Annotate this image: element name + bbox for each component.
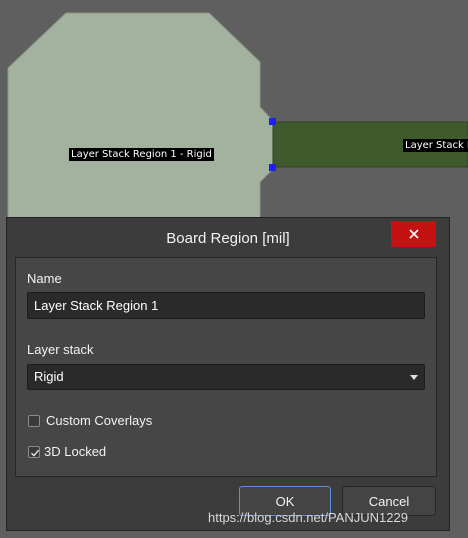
chevron-down-icon (410, 375, 418, 380)
layer-stack-select[interactable]: Rigid (27, 364, 425, 390)
close-button[interactable] (391, 221, 436, 247)
custom-coverlays-label: Custom Coverlays (46, 413, 153, 428)
custom-coverlays-checkbox[interactable]: Custom Coverlays (28, 413, 152, 428)
3d-locked-label: 3D Locked (44, 444, 107, 459)
dialog-title: Board Region [mil] (166, 230, 290, 247)
layer-stack-label: Layer stack (27, 342, 94, 357)
region-1-label: Layer Stack Region 1 - Rigid (69, 148, 214, 161)
layer-stack-value: Rigid (34, 369, 64, 384)
vertex-handle-top[interactable] (269, 118, 276, 125)
checkbox-box[interactable] (28, 445, 40, 458)
3d-locked-checkbox[interactable]: 3D Locked (28, 444, 106, 459)
watermark: https://blog.csdn.net/PANJUN1229 (208, 510, 408, 525)
vertex-handle-bottom[interactable] (269, 164, 276, 171)
board-region-dialog: Board Region [mil] Name Layer Stack Regi… (6, 217, 450, 531)
region-2-label: Layer Stack R (403, 139, 468, 152)
name-input[interactable]: Layer Stack Region 1 (27, 292, 425, 319)
name-label: Name (27, 271, 62, 286)
rigid-region-shape[interactable] (7, 12, 274, 226)
checkmark-icon (31, 449, 40, 457)
close-icon (408, 229, 419, 239)
properties-panel: Name Layer Stack Region 1 Layer stack Ri… (15, 257, 437, 477)
checkbox-box[interactable] (28, 414, 40, 427)
